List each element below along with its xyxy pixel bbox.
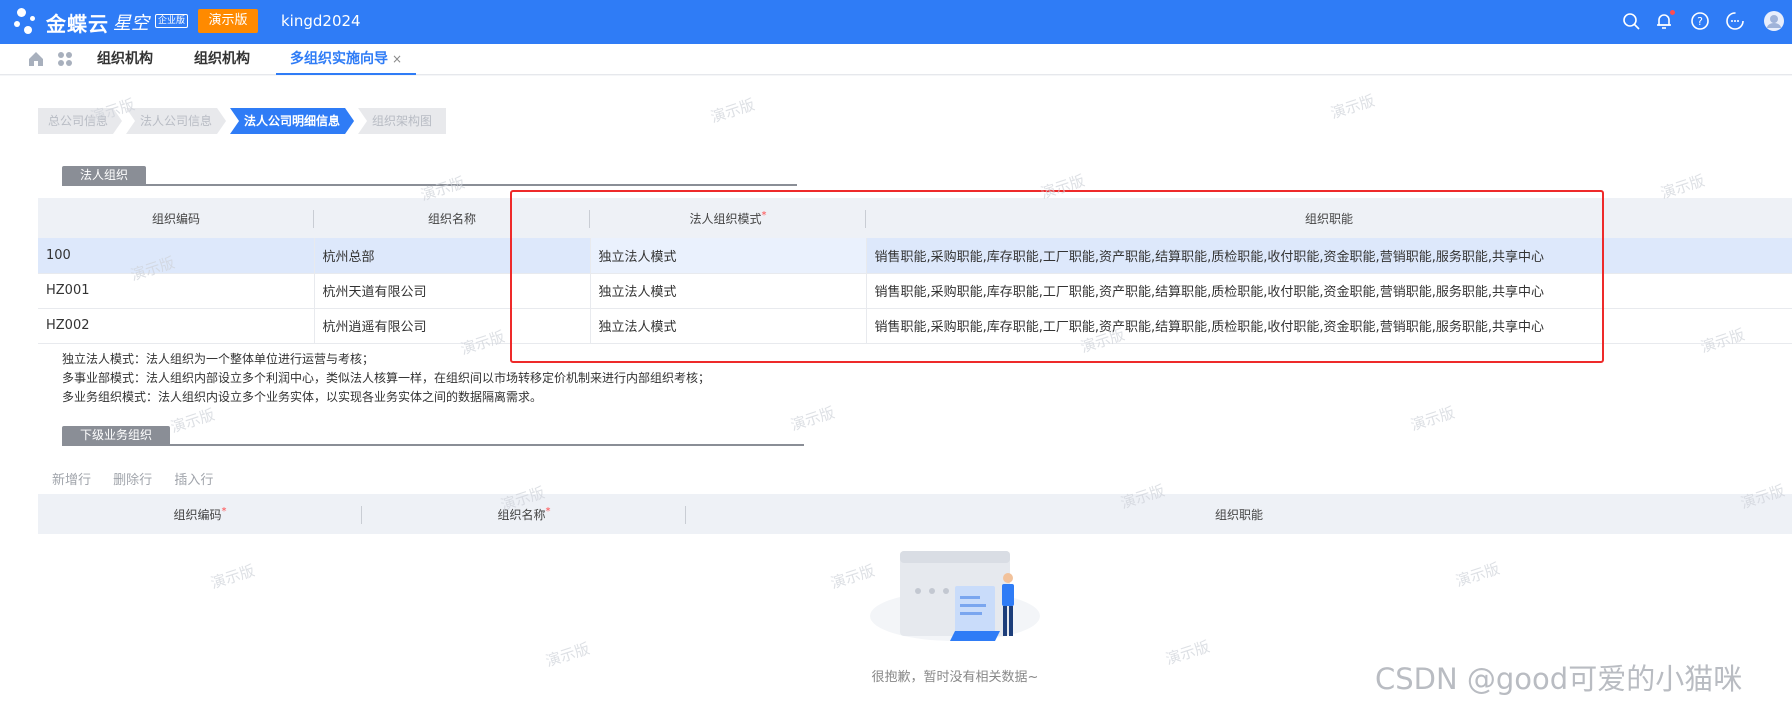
demo-badge-button[interactable]: 演示版 [198,9,258,33]
search-icon[interactable] [1620,10,1642,32]
main-content: 总公司信息 法人公司信息 法人公司明细信息 组织架构图 法人组织 组织编码 组织… [0,76,1792,706]
add-row-button[interactable]: 新增行 [52,473,91,488]
home-icon[interactable] [27,50,45,72]
tab-bar: 组织机构 组织机构 多组织实施向导 × [0,44,1792,75]
section-title: 法人组织 [62,166,147,184]
logo-mark-icon [14,6,44,38]
csdn-watermark: CSDN @good可爱的小猫咪 [1375,662,1743,696]
empty-message: 很抱歉，暂时没有相关数据~ [871,670,1039,685]
row-toolbar: 新增行 删除行 插入行 [52,469,231,488]
step-legal-company[interactable]: 法人公司信息 [126,108,226,134]
apps-grid-icon[interactable] [57,51,73,71]
cell-code[interactable]: HZ001 [38,273,315,309]
tab-multi-org-wizard[interactable]: 多组织实施向导 × [276,44,417,75]
note-multi-division: 多事业部模式：法人组织内部设立多个利润中心，类似法人核算一样，在组织间以市场转移… [62,371,711,385]
tab-label: 多组织实施向导 [290,51,388,67]
column-header-functions[interactable]: 组织职能 [686,494,1792,534]
brand-name: 金蝶云 [46,11,109,36]
insert-row-button[interactable]: 插入行 [174,473,213,488]
empty-illustration-icon [870,551,1040,641]
note-multi-business: 多业务组织模式：法人组织内设立多个业务实体，以实现各业务实体之间的数据隔离需求。 [62,390,543,404]
brand-logo[interactable]: 金蝶云 星空 [14,6,149,38]
sub-org-table: 组织编码* 组织名称* 组织职能 [38,494,1792,534]
svg-text:?: ? [1697,15,1703,28]
top-bar: 金蝶云 星空 企业版 演示版 kingd2024 ? [0,0,1792,44]
column-header-code[interactable]: 组织编码* [38,494,362,534]
edition-badge: 企业版 [155,14,189,28]
product-name: 星空 [113,13,149,34]
close-icon[interactable]: × [392,52,402,66]
more-options-icon[interactable] [1724,10,1746,32]
notification-dot [1670,10,1675,15]
tab-org-2[interactable]: 组织机构 [194,44,250,75]
cell-code[interactable]: HZ002 [38,308,315,344]
user-avatar-icon[interactable] [1763,10,1785,32]
table-header-row: 组织编码* 组织名称* 组织职能 [38,494,1792,534]
column-header-code[interactable]: 组织编码 [38,198,314,238]
account-name[interactable]: kingd2024 [281,12,361,30]
bell-icon[interactable] [1653,10,1675,32]
step-legal-detail[interactable]: 法人公司明细信息 [230,108,354,134]
empty-state: 很抱歉，暂时没有相关数据~ [860,546,1050,685]
section-title: 下级业务组织 [62,426,171,444]
highlight-annotation [510,190,1604,363]
step-org-chart[interactable]: 组织架构图 [358,108,447,134]
delete-row-button[interactable]: 删除行 [113,473,152,488]
tab-org-1[interactable]: 组织机构 [97,44,153,75]
help-icon[interactable]: ? [1689,10,1711,32]
